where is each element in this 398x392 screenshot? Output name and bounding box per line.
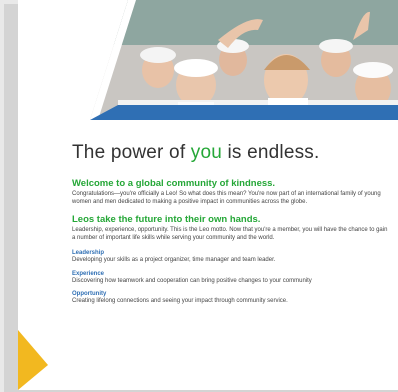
section2-body: Leadership, experience, opportunity. Thi… bbox=[72, 227, 388, 241]
title-text-end: is endless. bbox=[222, 142, 320, 163]
opportunity-heading: Opportunity bbox=[72, 291, 107, 297]
section1-heading: Welcome to a global community of kindnes… bbox=[72, 178, 276, 189]
section1-body: Congratulations—you're officially a Leo!… bbox=[72, 191, 381, 205]
leadership-heading: Leadership bbox=[72, 250, 105, 256]
title-text-start: The power of bbox=[72, 142, 191, 163]
hero-photo bbox=[18, 0, 398, 120]
page-title: The power of you is endless. bbox=[72, 142, 388, 164]
experience-heading: Experience bbox=[72, 270, 105, 277]
brochure-page: The power of you is endless. Welcome to … bbox=[18, 0, 398, 390]
leadership-text: Developing your skills as a project orga… bbox=[72, 257, 276, 263]
opportunity-text: Creating lifelong connections and seeing… bbox=[72, 298, 288, 304]
main-content: The power of you is endless. Welcome to … bbox=[72, 142, 388, 312]
experience-text: Discovering how teamwork and cooperation… bbox=[72, 277, 312, 284]
title-accent-word: you bbox=[190, 142, 223, 163]
section2-heading: Leos take the future into their own hand… bbox=[72, 214, 261, 225]
yellow-accent-shape bbox=[18, 300, 58, 390]
